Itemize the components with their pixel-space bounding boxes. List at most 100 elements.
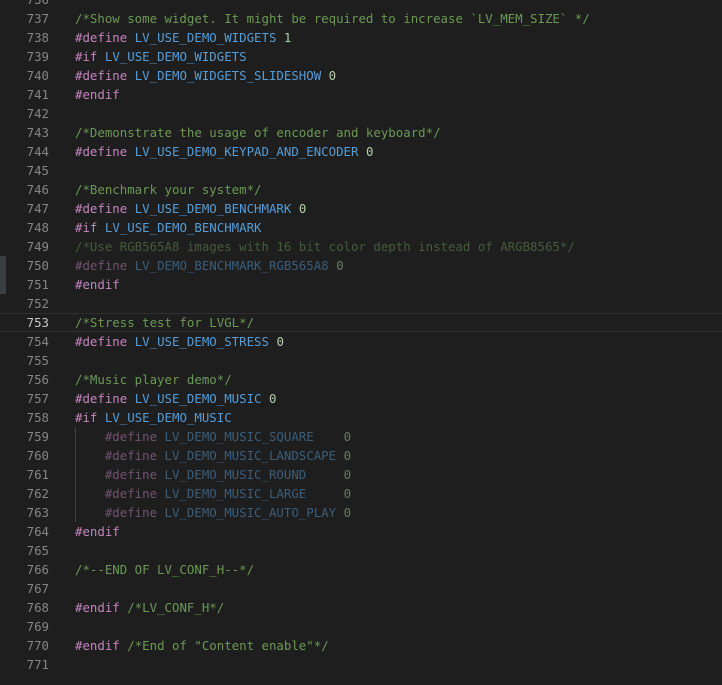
code-line[interactable]: 739 #if LV_USE_DEMO_WIDGETS xyxy=(0,47,722,66)
code-text: #define LV_DEMO_MUSIC_SQUARE 0 xyxy=(75,427,351,446)
code-line[interactable]: 753 /*Stress test for LVGL*/ xyxy=(0,313,722,332)
code-token: 0 xyxy=(365,144,374,159)
code-text: #define LV_USE_DEMO_MUSIC 0 xyxy=(75,389,276,408)
code-line[interactable]: 745 xyxy=(0,161,722,180)
code-token: 0 xyxy=(343,429,352,444)
code-token: 0 xyxy=(343,505,352,520)
code-line[interactable]: 740 #define LV_DEMO_WIDGETS_SLIDESHOW 0 xyxy=(0,66,722,85)
code-text: #define LV_DEMO_MUSIC_ROUND 0 xyxy=(75,465,351,484)
code-line[interactable]: 762 #define LV_DEMO_MUSIC_LARGE 0 xyxy=(0,484,722,503)
code-line[interactable]: 764 #endif xyxy=(0,522,722,541)
code-line[interactable]: 748 #if LV_USE_DEMO_BENCHMARK xyxy=(0,218,722,237)
code-token: LV_DEMO_WIDGETS_SLIDESHOW xyxy=(134,68,322,83)
code-text: #define LV_USE_DEMO_STRESS 0 xyxy=(75,332,284,351)
code-token: LV_DEMO_MUSIC_SQUARE xyxy=(164,429,314,444)
line-number: 759 xyxy=(26,429,49,444)
code-line[interactable]: 770 #endif /*End of "Content enable"*/ xyxy=(0,636,722,655)
code-text: #define LV_DEMO_WIDGETS_SLIDESHOW 0 xyxy=(75,66,336,85)
code-line[interactable]: 771 xyxy=(0,655,722,674)
line-number: 758 xyxy=(26,410,49,425)
code-text: #endif /*LV_CONF_H*/ xyxy=(75,598,224,617)
code-line[interactable]: 756 /*Music player demo*/ xyxy=(0,370,722,389)
code-line[interactable]: 761 #define LV_DEMO_MUSIC_ROUND 0 xyxy=(0,465,722,484)
code-line[interactable]: 760 #define LV_DEMO_MUSIC_LANDSCAPE 0 xyxy=(0,446,722,465)
code-text: /*Music player demo*/ xyxy=(75,370,232,389)
code-line[interactable]: 752 xyxy=(0,294,722,313)
code-line[interactable]: 744 #define LV_USE_DEMO_KEYPAD_AND_ENCODE… xyxy=(0,142,722,161)
code-token: #endif xyxy=(75,638,120,653)
code-line[interactable]: 743 /*Demonstrate the usage of encoder an… xyxy=(0,123,722,142)
code-text: /*Show some widget. It might be required… xyxy=(75,9,590,28)
code-token: LV_DEMO_MUSIC_LANDSCAPE xyxy=(164,448,337,463)
code-token: /*Show some widget. It might be required… xyxy=(75,11,590,26)
code-line[interactable]: 768 #endif /*LV_CONF_H*/ xyxy=(0,598,722,617)
code-text: #endif /*End of "Content enable"*/ xyxy=(75,636,329,655)
code-token: 0 xyxy=(328,68,337,83)
code-line[interactable]: 738 #define LV_USE_DEMO_WIDGETS 1 xyxy=(0,28,722,47)
code-line[interactable]: 736 xyxy=(0,0,722,9)
code-text: #define LV_DEMO_MUSIC_LANDSCAPE 0 xyxy=(75,446,351,465)
code-line[interactable]: 737 /*Show some widget. It might be requi… xyxy=(0,9,722,28)
code-token: LV_USE_DEMO_KEYPAD_AND_ENCODER xyxy=(134,144,359,159)
code-token: #endif xyxy=(75,277,120,292)
code-line[interactable]: 765 xyxy=(0,541,722,560)
code-token: #define xyxy=(75,258,128,273)
code-line[interactable]: 750 #define LV_DEMO_BENCHMARK_RGB565A8 0 xyxy=(0,256,722,275)
code-line[interactable]: 759 #define LV_DEMO_MUSIC_SQUARE 0 xyxy=(0,427,722,446)
code-lines: 736 737 /*Show some widget. It might be re… xyxy=(0,0,722,674)
line-number: 751 xyxy=(26,277,49,292)
code-token: #define xyxy=(104,467,158,482)
line-number: 747 xyxy=(26,201,49,216)
code-line[interactable]: 755 xyxy=(0,351,722,370)
line-number: 750 xyxy=(26,258,49,273)
code-text: /*Use RGB565A8 images with 16 bit color … xyxy=(75,237,575,256)
line-number: 770 xyxy=(26,638,49,653)
code-token: #endif xyxy=(75,600,120,615)
code-token: #define xyxy=(75,68,128,83)
code-line[interactable]: 741 #endif xyxy=(0,85,722,104)
code-line[interactable]: 758 #if LV_USE_DEMO_MUSIC xyxy=(0,408,722,427)
code-line[interactable]: 751 #endif xyxy=(0,275,722,294)
code-line[interactable]: 757 #define LV_USE_DEMO_MUSIC 0 xyxy=(0,389,722,408)
code-line[interactable]: 767 xyxy=(0,579,722,598)
code-token: #define xyxy=(104,448,158,463)
code-text: #endif xyxy=(75,275,120,294)
code-line[interactable]: 766 /*--END OF LV_CONF_H--*/ xyxy=(0,560,722,579)
code-token: 0 xyxy=(343,448,352,463)
line-number: 737 xyxy=(26,11,49,26)
code-token: LV_USE_DEMO_BENCHMARK xyxy=(104,220,262,235)
code-token: LV_USE_DEMO_MUSIC xyxy=(104,410,232,425)
code-editor[interactable]: 736 737 /*Show some widget. It might be re… xyxy=(0,0,722,685)
code-token: #if xyxy=(75,410,98,425)
code-token: /*--END OF LV_CONF_H--*/ xyxy=(75,562,255,577)
code-line[interactable]: 763 #define LV_DEMO_MUSIC_AUTO_PLAY 0 xyxy=(0,503,722,522)
line-number: 757 xyxy=(26,391,49,406)
code-token: #define xyxy=(75,201,128,216)
code-line[interactable]: 769 xyxy=(0,617,722,636)
code-line[interactable]: 754 #define LV_USE_DEMO_STRESS 0 xyxy=(0,332,722,351)
code-token: #endif xyxy=(75,524,120,539)
code-line[interactable]: 747 #define LV_USE_DEMO_BENCHMARK 0 xyxy=(0,199,722,218)
line-number: 749 xyxy=(26,239,49,254)
line-number: 740 xyxy=(26,68,49,83)
line-number: 756 xyxy=(26,372,49,387)
code-text: #if LV_USE_DEMO_MUSIC xyxy=(75,408,232,427)
code-line[interactable]: 749 /*Use RGB565A8 images with 16 bit col… xyxy=(0,237,722,256)
code-token: 0 xyxy=(268,391,277,406)
code-token: LV_USE_DEMO_STRESS xyxy=(134,334,269,349)
code-text: /*Benchmark your system*/ xyxy=(75,180,262,199)
code-line[interactable]: 746 /*Benchmark your system*/ xyxy=(0,180,722,199)
code-line[interactable]: 742 xyxy=(0,104,722,123)
code-token: #define xyxy=(104,486,158,501)
